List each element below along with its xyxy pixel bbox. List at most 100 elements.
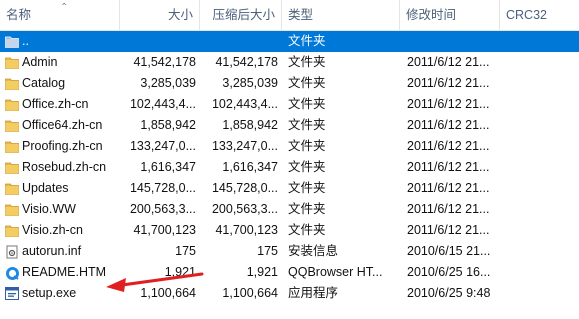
file-row[interactable]: Updates 145,728,0... 145,728,0... 文件夹 2011/6…	[0, 178, 579, 199]
file-crc32	[508, 73, 578, 94]
file-type: 文件夹	[288, 118, 326, 132]
file-size	[118, 31, 196, 52]
file-compressed-size: 1,100,664	[222, 286, 278, 300]
file-modified: 2011/6/12 21...	[407, 181, 490, 195]
sort-ascending-icon: ⌃	[60, 2, 69, 13]
folder-icon	[5, 140, 19, 153]
folder-icon	[5, 224, 19, 237]
file-type: 文件夹	[288, 34, 326, 48]
file-size: 102,443,4...	[129, 97, 196, 111]
folder-icon	[5, 161, 19, 174]
file-modified: 2011/6/12 21...	[407, 223, 490, 237]
column-header-crc32[interactable]: CRC32	[500, 0, 579, 30]
file-row[interactable]: Visio.WW 200,563,3... 200,563,3... 文件夹 2011/…	[0, 199, 579, 220]
file-compressed-size: 200,563,3...	[211, 202, 278, 216]
file-type: 文件夹	[288, 97, 326, 111]
file-name: Catalog	[22, 76, 66, 90]
file-modified: 2011/6/12 21...	[407, 139, 490, 153]
settings-file-icon	[5, 245, 19, 259]
file-type: 文件夹	[288, 160, 326, 174]
column-header-name-label: 名称	[6, 8, 32, 22]
file-compressed-size: 1,921	[246, 265, 278, 279]
file-row[interactable]: .. 文件夹	[0, 31, 579, 52]
file-name: Visio.WW	[22, 202, 76, 216]
column-header-size[interactable]: 大小	[120, 0, 200, 30]
folder-icon	[5, 119, 19, 132]
column-header-modified[interactable]: 修改时间	[400, 0, 500, 30]
file-row[interactable]: Rosebud.zh-cn 1,616,347 1,616,347 文件夹 2011/6…	[0, 157, 579, 178]
file-row[interactable]: autorun.inf 175 175 安装信息 2010/6/15 21...	[0, 241, 579, 262]
file-row[interactable]: README.HTM 1,921 1,921 QQBrowser HT... 2010/…	[0, 262, 579, 283]
file-crc32	[508, 220, 578, 241]
file-type: 文件夹	[288, 55, 326, 69]
file-crc32	[508, 31, 578, 52]
file-modified: 2011/6/12 21...	[407, 76, 490, 90]
file-modified: 2011/6/12 21...	[407, 97, 490, 111]
folder-icon	[5, 56, 19, 69]
file-size: 41,542,178	[133, 55, 196, 69]
file-type: 应用程序	[288, 286, 339, 300]
file-size: 1,858,942	[140, 118, 196, 132]
file-name: README.HTM	[22, 265, 107, 279]
file-size: 200,563,3...	[129, 202, 196, 216]
file-type: 文件夹	[288, 223, 326, 237]
file-name: Rosebud.zh-cn	[22, 160, 107, 174]
file-size: 41,700,123	[133, 223, 196, 237]
column-header-type-label: 类型	[288, 8, 314, 22]
file-type: QQBrowser HT...	[288, 265, 383, 279]
folder-icon	[5, 98, 19, 111]
file-modified: 2010/6/15 21...	[407, 244, 491, 258]
file-name: autorun.inf	[22, 244, 82, 258]
file-row[interactable]: Catalog 3,285,039 3,285,039 文件夹 2011/6/12 21…	[0, 73, 579, 94]
folder-icon	[5, 182, 19, 195]
file-name: Visio.zh-cn	[22, 223, 83, 237]
file-compressed-size: 1,616,347	[222, 160, 278, 174]
file-row[interactable]: Proofing.zh-cn 133,247,0... 133,247,0... 文件…	[0, 136, 579, 157]
file-name: ..	[22, 34, 29, 48]
folder-icon	[5, 203, 19, 216]
file-name: Admin	[22, 55, 58, 69]
file-type: 文件夹	[288, 76, 326, 90]
column-header-compressed-size-label: 压缩后大小	[212, 8, 275, 22]
file-crc32	[508, 94, 578, 115]
column-header-type[interactable]: 类型	[282, 0, 400, 30]
file-row[interactable]: Office.zh-cn 102,443,4... 102,443,4... 文件夹 2…	[0, 94, 579, 115]
file-size: 1,921	[164, 265, 196, 279]
exe-icon	[5, 287, 19, 300]
file-size: 3,285,039	[140, 76, 196, 90]
file-type: 文件夹	[288, 139, 326, 153]
file-name: Updates	[22, 181, 69, 195]
file-name: setup.exe	[22, 286, 77, 300]
file-row[interactable]: Admin 41,542,178 41,542,178 文件夹 2011/6/12 21…	[0, 52, 579, 73]
file-size: 133,247,0...	[129, 139, 196, 153]
column-header-compressed-size[interactable]: 压缩后大小	[200, 0, 282, 30]
file-crc32	[508, 157, 578, 178]
file-crc32	[508, 115, 578, 136]
file-size: 175	[175, 244, 196, 258]
file-modified: 2010/6/25 9:48	[407, 286, 491, 300]
file-name: Proofing.zh-cn	[22, 139, 103, 153]
file-modified: 2011/6/12 21...	[407, 55, 490, 69]
file-row[interactable]: Office64.zh-cn 1,858,942 1,858,942 文件夹 2011/…	[0, 115, 579, 136]
file-modified: 2011/6/12 21...	[407, 202, 490, 216]
column-header-size-label: 大小	[167, 8, 193, 22]
folder-icon	[5, 77, 19, 90]
file-row[interactable]: Visio.zh-cn 41,700,123 41,700,123 文件夹 2011/6…	[0, 220, 579, 241]
file-crc32	[508, 283, 578, 304]
file-size: 1,616,347	[140, 160, 196, 174]
file-compressed-size: 3,285,039	[222, 76, 278, 90]
file-crc32	[508, 199, 578, 220]
file-row[interactable]: setup.exe 1,100,664 1,100,664 应用程序 2010/6/25…	[0, 283, 579, 304]
column-header-modified-label: 修改时间	[406, 8, 457, 22]
file-compressed-size: 133,247,0...	[211, 139, 278, 153]
file-crc32	[508, 262, 578, 283]
file-modified: 2010/6/25 16...	[407, 265, 491, 279]
file-name: Office64.zh-cn	[22, 118, 103, 132]
folder-up-icon	[5, 35, 19, 48]
file-type: 安装信息	[288, 244, 339, 258]
column-header-bar: 名称 ⌃ 大小 压缩后大小 类型 修改时间 CRC32	[0, 0, 579, 31]
file-compressed-size: 102,443,4...	[211, 97, 278, 111]
column-header-crc32-label: CRC32	[506, 8, 547, 22]
file-type: 文件夹	[288, 202, 326, 216]
file-compressed-size: 1,858,942	[222, 118, 278, 132]
